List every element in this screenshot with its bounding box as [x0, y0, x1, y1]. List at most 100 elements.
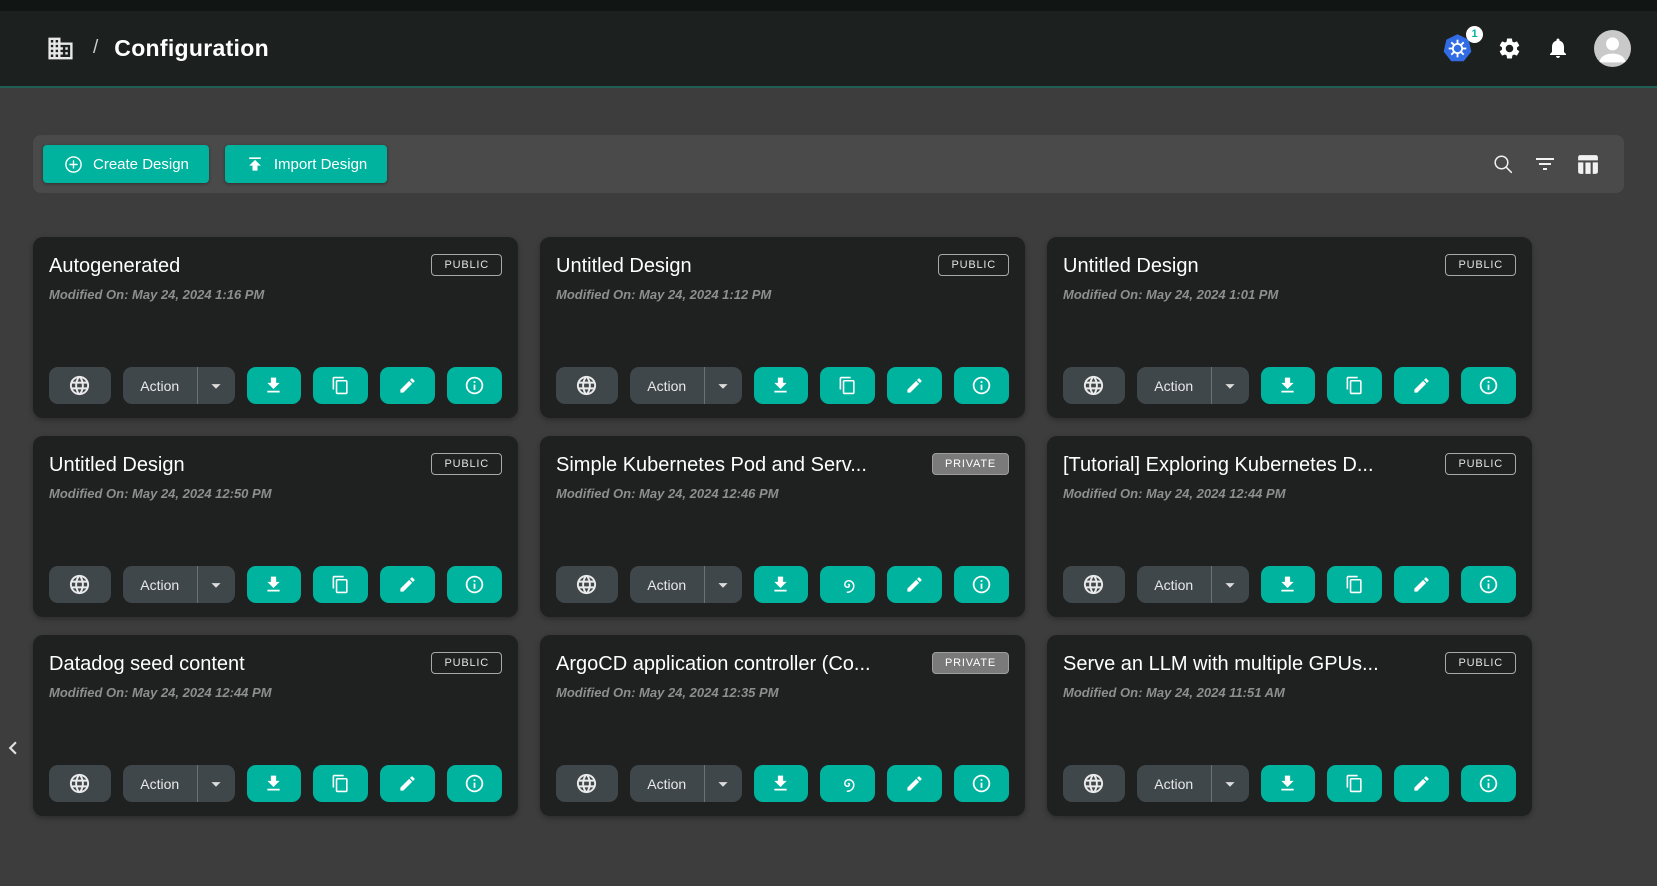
- info-button[interactable]: [1461, 765, 1516, 802]
- table-view-button[interactable]: [1575, 152, 1600, 177]
- action-dropdown-button[interactable]: [197, 765, 235, 802]
- create-design-label: Create Design: [93, 156, 189, 173]
- sidebar-expand-toggle[interactable]: [0, 735, 26, 761]
- action-dropdown-button[interactable]: [1211, 566, 1249, 603]
- action-button[interactable]: Action: [1137, 765, 1211, 802]
- design-grid: Autogenerated PUBLIC Modified On: May 24…: [33, 237, 1624, 816]
- download-button[interactable]: [247, 765, 302, 802]
- copy-button[interactable]: [313, 765, 368, 802]
- design-modified: Modified On: May 24, 2024 11:51 AM: [1063, 685, 1516, 700]
- visibility-globe-button[interactable]: [49, 367, 111, 404]
- action-dropdown-button[interactable]: [197, 367, 235, 404]
- download-icon: [263, 773, 284, 794]
- create-design-button[interactable]: Create Design: [43, 145, 209, 183]
- copy-button[interactable]: [313, 566, 368, 603]
- copy-button[interactable]: [1327, 765, 1382, 802]
- design-card: Simple Kubernetes Pod and Serv... PRIVAT…: [540, 436, 1025, 617]
- action-dropdown-button[interactable]: [1211, 367, 1249, 404]
- action-button[interactable]: Action: [1137, 566, 1211, 603]
- action-button[interactable]: Action: [123, 566, 197, 603]
- action-dropdown-button[interactable]: [197, 566, 235, 603]
- visibility-globe-button[interactable]: [556, 367, 618, 404]
- organization-logo-button[interactable]: [46, 34, 75, 63]
- action-button[interactable]: Action: [1137, 367, 1211, 404]
- action-button[interactable]: Action: [630, 566, 704, 603]
- user-menu-button[interactable]: [1594, 30, 1631, 67]
- design-modified: Modified On: May 24, 2024 12:46 PM: [556, 486, 1009, 501]
- visibility-globe-button[interactable]: [1063, 765, 1125, 802]
- copy-icon: [331, 575, 350, 594]
- action-split-button: Action: [630, 367, 742, 404]
- search-button[interactable]: [1491, 152, 1515, 176]
- info-button[interactable]: [447, 765, 502, 802]
- edit-pencil-icon: [905, 774, 924, 793]
- import-design-button[interactable]: Import Design: [225, 145, 387, 183]
- download-icon: [1277, 574, 1298, 595]
- edit-button[interactable]: [887, 367, 942, 404]
- visibility-globe-button[interactable]: [1063, 566, 1125, 603]
- edit-button[interactable]: [1394, 566, 1449, 603]
- edit-button[interactable]: [1394, 765, 1449, 802]
- copy-button[interactable]: [313, 367, 368, 404]
- design-modified: Modified On: May 24, 2024 12:44 PM: [1063, 486, 1516, 501]
- download-button[interactable]: [754, 367, 809, 404]
- download-button[interactable]: [754, 765, 809, 802]
- edit-button[interactable]: [887, 566, 942, 603]
- edit-pencil-icon: [905, 376, 924, 395]
- visibility-globe-button[interactable]: [49, 765, 111, 802]
- app-header: / Configuration: [0, 0, 1657, 88]
- download-button[interactable]: [754, 566, 809, 603]
- settings-button[interactable]: [1497, 36, 1522, 61]
- info-button[interactable]: [447, 566, 502, 603]
- action-button[interactable]: Action: [630, 765, 704, 802]
- action-split-button: Action: [630, 566, 742, 603]
- copy-button[interactable]: [1327, 367, 1382, 404]
- edit-button[interactable]: [380, 367, 435, 404]
- info-button[interactable]: [447, 367, 502, 404]
- dropdown-caret-icon: [712, 773, 734, 795]
- edit-button[interactable]: [380, 566, 435, 603]
- edit-button[interactable]: [1394, 367, 1449, 404]
- copy-icon: [331, 774, 350, 793]
- visibility-globe-button[interactable]: [556, 765, 618, 802]
- download-button[interactable]: [1261, 765, 1316, 802]
- globe-icon: [1082, 374, 1105, 397]
- info-button[interactable]: [1461, 566, 1516, 603]
- info-button[interactable]: [954, 566, 1009, 603]
- action-button[interactable]: Action: [630, 367, 704, 404]
- copy-button[interactable]: [1327, 566, 1382, 603]
- kubernetes-context-button[interactable]: 1: [1442, 33, 1473, 64]
- download-button[interactable]: [1261, 566, 1316, 603]
- action-dropdown-button[interactable]: [1211, 765, 1249, 802]
- download-button[interactable]: [1261, 367, 1316, 404]
- action-button[interactable]: Action: [123, 765, 197, 802]
- search-icon: [1491, 152, 1515, 176]
- visibility-globe-button[interactable]: [556, 566, 618, 603]
- download-button[interactable]: [247, 566, 302, 603]
- design-card-actions: Action: [49, 367, 502, 404]
- filter-button[interactable]: [1533, 152, 1557, 176]
- spiral-button[interactable]: [820, 566, 875, 603]
- action-split-button: Action: [1137, 367, 1249, 404]
- action-dropdown-button[interactable]: [704, 367, 742, 404]
- notifications-button[interactable]: [1546, 36, 1570, 60]
- info-icon: [971, 773, 992, 794]
- design-modified: Modified On: May 24, 2024 1:01 PM: [1063, 287, 1516, 302]
- info-button[interactable]: [954, 367, 1009, 404]
- design-title: Datadog seed content: [49, 653, 389, 676]
- edit-button[interactable]: [380, 765, 435, 802]
- info-button[interactable]: [954, 765, 1009, 802]
- info-button[interactable]: [1461, 367, 1516, 404]
- action-button[interactable]: Action: [123, 367, 197, 404]
- visibility-globe-button[interactable]: [1063, 367, 1125, 404]
- dropdown-caret-icon: [1219, 574, 1241, 596]
- copy-button[interactable]: [820, 367, 875, 404]
- edit-button[interactable]: [887, 765, 942, 802]
- spiral-button[interactable]: [820, 765, 875, 802]
- action-dropdown-button[interactable]: [704, 765, 742, 802]
- action-dropdown-button[interactable]: [704, 566, 742, 603]
- spiral-icon: [837, 773, 859, 795]
- download-button[interactable]: [247, 367, 302, 404]
- visibility-globe-button[interactable]: [49, 566, 111, 603]
- design-card-actions: Action: [49, 566, 502, 603]
